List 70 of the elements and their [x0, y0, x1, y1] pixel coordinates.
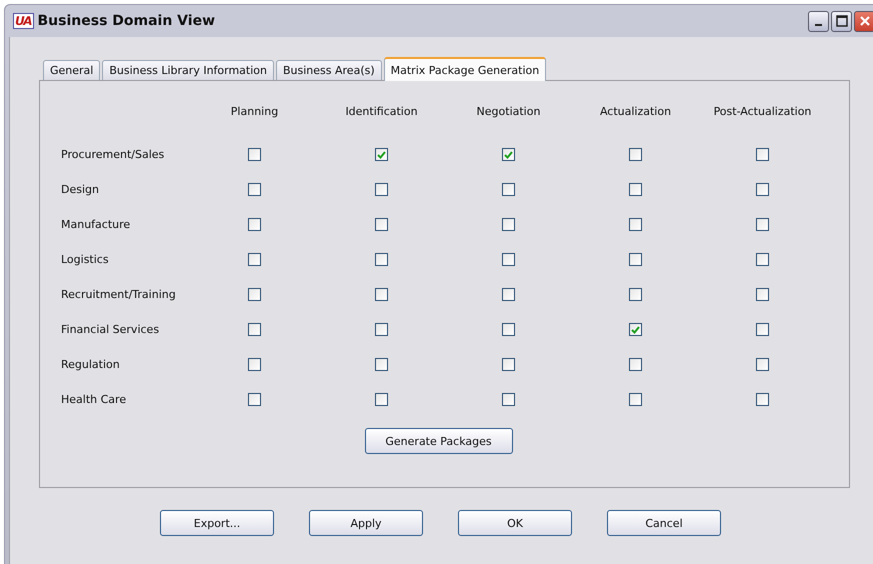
dialog-button[interactable]: Apply: [309, 510, 423, 536]
checkbox[interactable]: [502, 218, 515, 231]
close-button[interactable]: [854, 10, 873, 32]
row-label: Procurement/Sales: [61, 148, 166, 161]
checkbox[interactable]: [502, 253, 515, 266]
checkbox[interactable]: [248, 148, 261, 161]
checkbox[interactable]: [375, 323, 388, 336]
checkbox[interactable]: [756, 183, 769, 196]
maximize-button[interactable]: [831, 10, 852, 32]
dialog-button[interactable]: Cancel: [607, 510, 721, 536]
tab[interactable]: Business Library Information: [102, 60, 274, 80]
column-header: Identification: [344, 105, 419, 118]
checkbox[interactable]: [502, 323, 515, 336]
minimize-button[interactable]: [808, 10, 829, 32]
checkbox[interactable]: [629, 358, 642, 371]
row-label: Financial Services: [61, 323, 160, 336]
checkbox[interactable]: [502, 358, 515, 371]
checkbox[interactable]: [629, 393, 642, 406]
column-header: Negotiation: [476, 105, 542, 118]
column-header: Post-Actualization: [712, 105, 812, 118]
dialog-button[interactable]: OK: [458, 510, 572, 536]
column-header: Actualization: [598, 105, 672, 118]
tab[interactable]: Matrix Package Generation: [384, 57, 546, 81]
minimize-icon: [815, 24, 822, 26]
checkbox[interactable]: [375, 253, 388, 266]
row-label: Manufacture: [61, 218, 132, 231]
dialog-button[interactable]: Export...: [160, 510, 274, 536]
tab[interactable]: General: [43, 60, 100, 80]
checkbox[interactable]: [375, 393, 388, 406]
checkbox[interactable]: [756, 218, 769, 231]
row-label: Design: [61, 183, 100, 196]
row-label: Logistics: [61, 253, 110, 266]
checkbox[interactable]: [375, 288, 388, 301]
checkbox[interactable]: [248, 288, 261, 301]
checkbox[interactable]: [502, 288, 515, 301]
row-label: Regulation: [61, 358, 121, 371]
app-logo: UA: [13, 13, 34, 29]
checkbox[interactable]: [629, 323, 642, 336]
checkbox[interactable]: [629, 218, 642, 231]
checkbox[interactable]: [756, 323, 769, 336]
checkbox[interactable]: [756, 393, 769, 406]
generate-packages-button[interactable]: Generate Packages: [364, 428, 512, 454]
checkbox[interactable]: [248, 393, 261, 406]
checkbox[interactable]: [248, 253, 261, 266]
checkbox[interactable]: [248, 183, 261, 196]
checkbox[interactable]: [502, 183, 515, 196]
row-label: Recruitment/Training: [61, 288, 177, 301]
checkbox[interactable]: [756, 358, 769, 371]
checkbox[interactable]: [502, 393, 515, 406]
checkbox[interactable]: [629, 183, 642, 196]
checkbox[interactable]: [248, 323, 261, 336]
checkbox[interactable]: [629, 253, 642, 266]
checkbox[interactable]: [248, 218, 261, 231]
window-title: Business Domain View: [38, 13, 216, 29]
checkbox[interactable]: [629, 148, 642, 161]
checkbox[interactable]: [375, 183, 388, 196]
row-label: Health Care: [61, 393, 128, 406]
checkbox[interactable]: [756, 253, 769, 266]
close-icon: [858, 15, 870, 27]
checkbox[interactable]: [375, 358, 388, 371]
checkbox[interactable]: [629, 288, 642, 301]
checkbox[interactable]: [248, 358, 261, 371]
column-header: Planning: [230, 105, 280, 118]
checkbox[interactable]: [375, 218, 388, 231]
maximize-icon: [836, 15, 848, 27]
checkbox[interactable]: [756, 148, 769, 161]
checkbox[interactable]: [756, 288, 769, 301]
tab[interactable]: Business Area(s): [276, 60, 382, 80]
checkbox[interactable]: [502, 148, 515, 161]
checkbox[interactable]: [375, 148, 388, 161]
